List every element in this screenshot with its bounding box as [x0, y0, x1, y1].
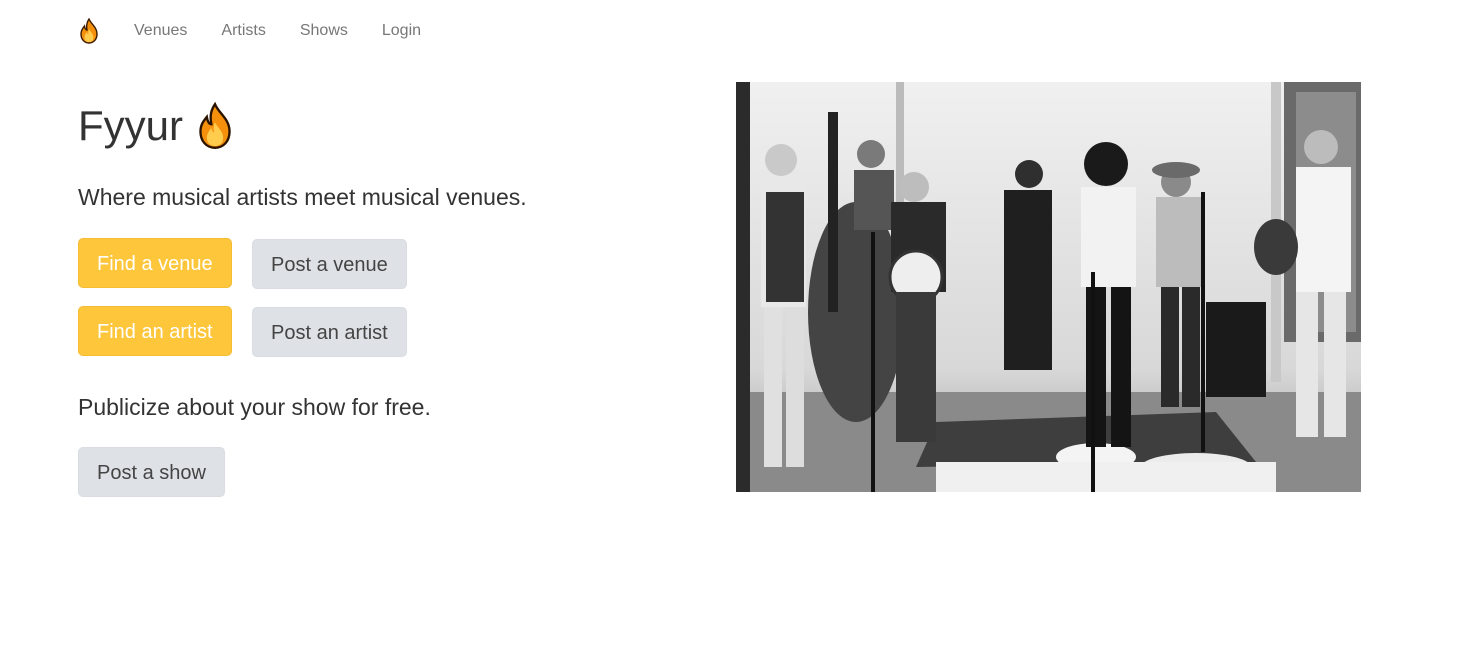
navbar: Venues Artists Shows Login	[78, 16, 455, 46]
post-show-button[interactable]: Post a show	[78, 447, 225, 497]
post-artist-button[interactable]: Post an artist	[252, 307, 407, 357]
flame-icon[interactable]	[78, 17, 100, 44]
nav-shows-link[interactable]: Shows	[300, 16, 348, 46]
band-photo-illustration	[736, 82, 1361, 492]
page-title: Fyyur	[78, 96, 678, 156]
flame-icon	[195, 101, 235, 150]
tagline: Where musical artists meet musical venue…	[78, 184, 527, 210]
find-venue-button[interactable]: Find a venue	[78, 238, 232, 288]
find-artist-button[interactable]: Find an artist	[78, 306, 232, 356]
publicize-text: Publicize about your show for free.	[78, 394, 431, 420]
nav-artists-link[interactable]: Artists	[221, 16, 265, 46]
band-photo	[736, 82, 1361, 492]
hero-section: Fyyur Where musical artists meet musical…	[78, 96, 678, 497]
post-venue-button[interactable]: Post a venue	[252, 239, 407, 289]
page-title-text: Fyyur	[78, 102, 183, 149]
nav-venues-link[interactable]: Venues	[134, 16, 187, 46]
nav-login-link[interactable]: Login	[382, 16, 421, 46]
